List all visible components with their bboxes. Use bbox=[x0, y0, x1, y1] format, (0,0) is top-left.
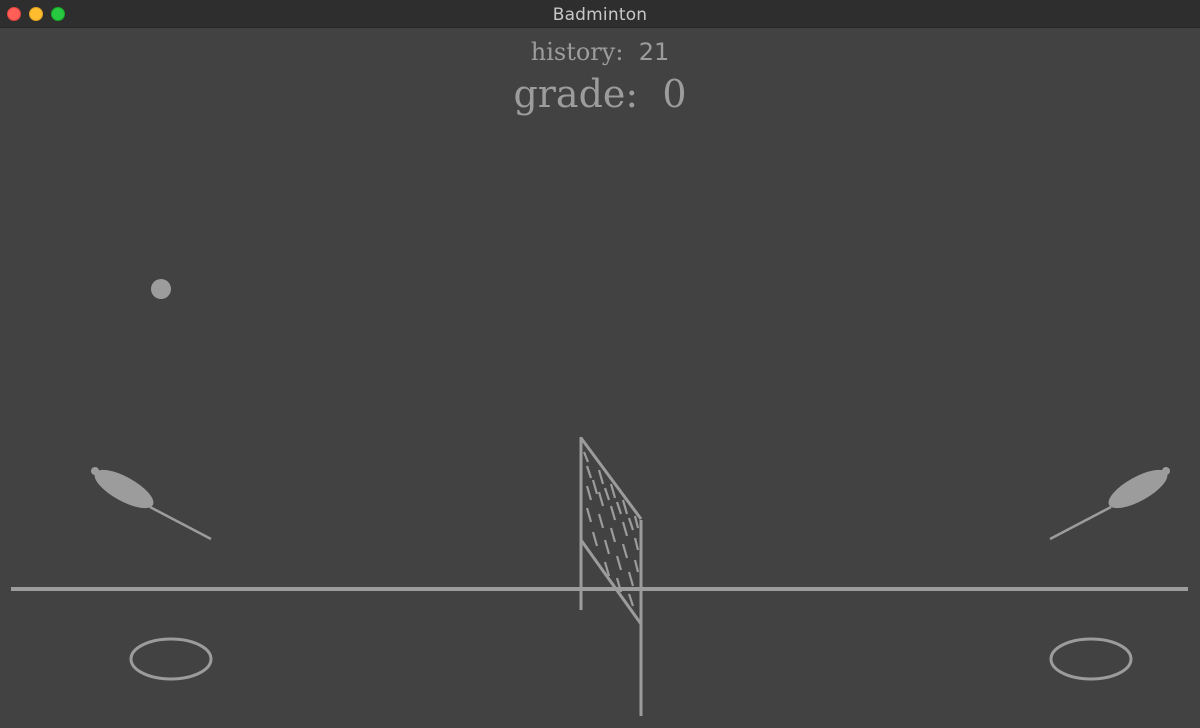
history-score: history: 21 bbox=[0, 38, 1200, 66]
net bbox=[579, 437, 643, 716]
shuttlecock bbox=[151, 279, 171, 299]
grade-label: grade: bbox=[513, 72, 639, 116]
grade-value: 0 bbox=[662, 72, 687, 116]
history-value: 21 bbox=[638, 38, 670, 66]
grade-score: grade: 0 bbox=[0, 72, 1200, 116]
left-racket[interactable] bbox=[89, 463, 212, 541]
history-label: history: bbox=[530, 38, 624, 66]
right-player-marker bbox=[1049, 637, 1133, 681]
right-racket[interactable] bbox=[1049, 463, 1173, 541]
game-window: Badminton history: 21 grade: 0 bbox=[0, 0, 1200, 728]
left-player-marker bbox=[129, 637, 213, 681]
